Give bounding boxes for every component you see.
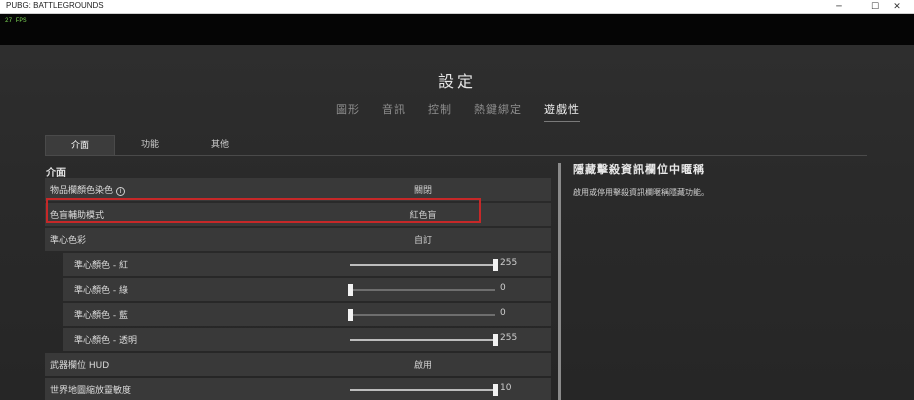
fps-bar: 27 FPS	[0, 14, 914, 45]
slider-thumb[interactable]	[493, 384, 498, 396]
setting-value[interactable]: 關閉	[375, 183, 471, 196]
description-text: 啟用或停用擊殺資訊欄暱稱隱藏功能。	[573, 188, 709, 197]
subtab-functions[interactable]: 功能	[115, 135, 185, 155]
tab-audio[interactable]: 音訊	[376, 101, 412, 117]
setting-label: 世界地圖縮放靈敏度	[50, 386, 132, 396]
fps-counter: 27 FPS	[5, 17, 27, 24]
setting-row-crosshair-color[interactable]: 準心色彩 自訂	[45, 228, 551, 251]
slider-track[interactable]	[348, 309, 495, 321]
setting-row-crosshair-alpha: 準心顏色 - 透明 255	[63, 328, 551, 351]
setting-row-crosshair-green: 準心顏色 - 綠 0	[63, 278, 551, 301]
setting-label: 準心顏色 - 紅	[74, 261, 128, 271]
setting-label: 準心顏色 - 綠	[74, 286, 128, 296]
slider-track[interactable]	[350, 334, 498, 346]
setting-row-crosshair-red: 準心顏色 - 紅 255	[63, 253, 551, 276]
slider-track[interactable]	[350, 384, 498, 396]
setting-row-inventory-tint[interactable]: 物品欄顏色染色 i 關閉	[45, 178, 551, 201]
slider-value: 255	[500, 333, 518, 343]
slider-thumb[interactable]	[493, 334, 498, 346]
settings-scrollbar[interactable]	[558, 163, 561, 400]
window-title: PUBG: BATTLEGROUNDS	[6, 1, 104, 10]
slider-thumb[interactable]	[348, 309, 353, 321]
setting-row-crosshair-blue: 準心顏色 - 藍 0	[63, 303, 551, 326]
slider-thumb[interactable]	[493, 259, 498, 271]
slider-fill	[350, 264, 495, 266]
setting-label: 準心顏色 - 透明	[74, 336, 137, 346]
setting-label: 物品欄顏色染色 i	[50, 183, 126, 196]
settings-category-tabs: 圖形 音訊 控制 熱鍵綁定 遊戲性	[330, 101, 596, 122]
subtab-divider	[45, 155, 867, 156]
slider-track[interactable]	[348, 284, 495, 296]
setting-value[interactable]: 紅色盲	[375, 208, 471, 221]
setting-label: 色盲輔助模式	[50, 211, 105, 221]
slider-value: 255	[500, 258, 518, 268]
minimize-button[interactable]: ─	[822, 0, 856, 14]
tab-keybindings[interactable]: 熱鍵綁定	[468, 101, 528, 117]
tab-gameplay[interactable]: 遊戲性	[538, 101, 586, 122]
tab-controls[interactable]: 控制	[422, 101, 458, 117]
setting-label: 準心色彩	[50, 236, 87, 246]
setting-value[interactable]: 啟用	[375, 358, 471, 371]
setting-row-colorblind-mode[interactable]: 色盲輔助模式 紅色盲	[45, 203, 551, 226]
setting-row-map-zoom-sensitivity: 世界地圖縮放靈敏度 10	[45, 378, 551, 400]
page-title: 設定	[437, 72, 476, 91]
setting-row-weapon-hud[interactable]: 武器欄位 HUD 啟用	[45, 353, 551, 376]
info-icon[interactable]: i	[116, 187, 126, 196]
window-titlebar: PUBG: BATTLEGROUNDS ─ ☐ ✕	[0, 0, 914, 14]
setting-value[interactable]: 自訂	[375, 233, 471, 246]
settings-list: 物品欄顏色染色 i 關閉 色盲輔助模式 紅色盲 準心色彩 自訂 準心顏色 - 紅 …	[45, 178, 551, 400]
setting-label: 武器欄位 HUD	[50, 361, 110, 371]
slider-value: 10	[500, 383, 512, 393]
slider-track[interactable]	[350, 259, 498, 271]
setting-label: 準心顏色 - 藍	[74, 311, 128, 321]
slider-value: 0	[500, 308, 506, 318]
slider-thumb[interactable]	[348, 284, 353, 296]
tab-graphics[interactable]: 圖形	[330, 101, 366, 117]
subtab-other[interactable]: 其他	[185, 135, 255, 155]
close-button[interactable]: ✕	[880, 0, 914, 14]
description-title: 隱藏擊殺資訊欄位中暱稱	[573, 163, 705, 176]
slider-fill	[350, 339, 495, 341]
slider-fill	[350, 389, 495, 391]
subtab-interface[interactable]: 介面	[45, 135, 115, 155]
section-heading: 介面	[46, 168, 66, 179]
slider-value: 0	[500, 283, 506, 293]
